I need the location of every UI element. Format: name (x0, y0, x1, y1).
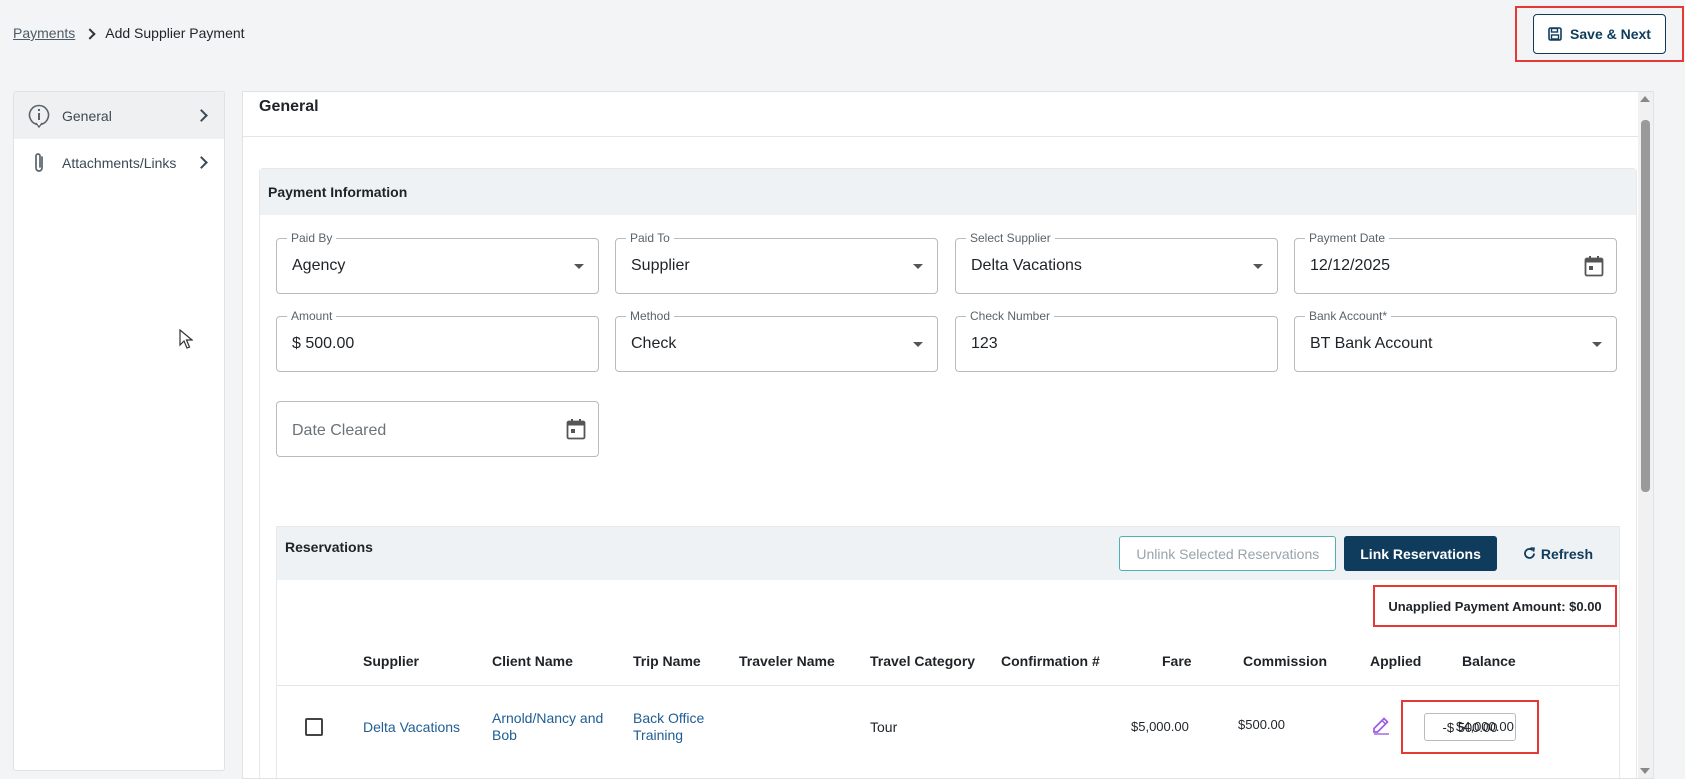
row-travel-category: Tour (870, 719, 898, 735)
save-next-highlight: Save & Next (1515, 6, 1684, 62)
supplier-label: Select Supplier (966, 231, 1055, 245)
page-title: General (243, 92, 1653, 137)
sidebar-item-general[interactable]: General (14, 92, 224, 139)
amount-label: Amount (287, 309, 337, 323)
reservations-header: Reservations Unlink Selected Reservation… (277, 527, 1619, 580)
save-icon (1548, 27, 1562, 41)
sidebar-item-label: General (62, 107, 112, 124)
sidebar: General Attachments/Links (13, 91, 225, 771)
column-header-trip-name[interactable]: Trip Name (633, 653, 701, 669)
column-header-applied[interactable]: Applied (1370, 653, 1421, 669)
payment-date-label: Payment Date (1305, 231, 1390, 245)
column-header-balance[interactable]: Balance (1462, 653, 1516, 669)
link-reservations-button[interactable]: Link Reservations (1344, 536, 1497, 571)
method-label: Method (626, 309, 675, 323)
column-header-travel-category[interactable]: Travel Category (870, 653, 975, 669)
scrollbar-thumb[interactable] (1641, 120, 1650, 492)
caret-down-icon (574, 264, 584, 269)
check-number-label: Check Number (966, 309, 1055, 323)
bank-account-label: Bank Account* (1305, 309, 1392, 323)
scrollbar[interactable] (1638, 92, 1653, 778)
row-balance: $4,000.00 (1456, 719, 1514, 734)
table-divider (277, 685, 1619, 686)
unapplied-payment-amount: Unapplied Payment Amount: $0.00 (1373, 585, 1617, 627)
breadcrumb: Payments Add Supplier Payment (13, 25, 245, 41)
check-number-field[interactable]: Check Number 123 (955, 309, 1278, 372)
paid-by-label: Paid By (287, 231, 337, 245)
scroll-up-arrow-icon[interactable] (1640, 96, 1650, 102)
date-cleared-field[interactable]: Date Cleared (276, 401, 599, 457)
save-next-button[interactable]: Save & Next (1533, 14, 1666, 54)
sidebar-item-label: Attachments/Links (62, 154, 177, 171)
amount-value: $ 500.00 (292, 335, 355, 352)
column-header-confirmation[interactable]: Confirmation # (1001, 653, 1100, 669)
paid-to-label: Paid To (626, 231, 674, 245)
bank-account-select[interactable]: Bank Account* BT Bank Account (1294, 309, 1617, 372)
breadcrumb-payments-link[interactable]: Payments (13, 25, 75, 41)
check-number-value: 123 (971, 335, 998, 352)
column-header-client-name[interactable]: Client Name (492, 653, 573, 669)
row-commission: $500.00 (1238, 717, 1285, 732)
scroll-down-arrow-icon[interactable] (1640, 768, 1650, 774)
supplier-select[interactable]: Select Supplier Delta Vacations (955, 231, 1278, 294)
chevron-right-icon (84, 27, 96, 40)
caret-down-icon (913, 342, 923, 347)
chevron-right-icon (195, 156, 208, 169)
reservations-section: Reservations Unlink Selected Reservation… (276, 526, 1620, 778)
method-select[interactable]: Method Check (615, 309, 938, 372)
paperclip-icon (26, 151, 52, 175)
row-fare: $5,000.00 (1131, 719, 1189, 734)
caret-down-icon (1253, 264, 1263, 269)
reservations-title: Reservations (285, 538, 373, 555)
refresh-button[interactable]: Refresh (1505, 536, 1611, 571)
payment-information-card: Payment Information Paid By Agency Paid … (259, 168, 1637, 778)
payment-date-field[interactable]: Payment Date 12/12/2025 (1294, 231, 1617, 294)
paid-to-select[interactable]: Paid To Supplier (615, 231, 938, 294)
date-cleared-placeholder: Date Cleared (292, 422, 387, 439)
chevron-right-icon (195, 109, 208, 122)
paid-by-value: Agency (292, 257, 346, 274)
breadcrumb-current: Add Supplier Payment (105, 25, 245, 41)
paid-to-value: Supplier (631, 257, 690, 274)
row-client-name-link[interactable]: Arnold/Nancy and Bob (492, 710, 612, 744)
column-header-supplier[interactable]: Supplier (363, 653, 419, 669)
payment-date-value: 12/12/2025 (1310, 257, 1391, 274)
calendar-icon[interactable] (1584, 255, 1604, 282)
bank-account-value: BT Bank Account (1310, 335, 1433, 352)
column-header-commission[interactable]: Commission (1243, 653, 1327, 669)
unlink-reservations-button[interactable]: Unlink Selected Reservations (1119, 536, 1337, 571)
paid-by-select[interactable]: Paid By Agency (276, 231, 599, 294)
mouse-cursor-icon (179, 329, 193, 349)
info-icon (26, 104, 52, 128)
refresh-label: Refresh (1540, 545, 1593, 562)
caret-down-icon (913, 264, 923, 269)
sidebar-item-attachments[interactable]: Attachments/Links (14, 139, 224, 186)
main-panel: General Payment Information Paid By Agen… (242, 91, 1654, 779)
method-value: Check (631, 335, 677, 352)
calendar-icon[interactable] (566, 418, 586, 445)
column-header-traveler-name[interactable]: Traveler Name (739, 653, 835, 669)
caret-down-icon (1592, 342, 1602, 347)
edit-pencil-icon[interactable] (1371, 715, 1391, 740)
row-supplier-link[interactable]: Delta Vacations (363, 719, 460, 735)
payment-information-title: Payment Information (260, 169, 1636, 215)
column-header-fare[interactable]: Fare (1162, 653, 1192, 669)
row-trip-name-link[interactable]: Back Office Training (633, 710, 723, 744)
refresh-icon (1523, 547, 1535, 559)
supplier-value: Delta Vacations (971, 257, 1082, 274)
amount-field[interactable]: Amount $ 500.00 (276, 309, 599, 372)
save-next-label: Save & Next (1570, 26, 1651, 42)
row-select-checkbox[interactable] (305, 718, 323, 736)
